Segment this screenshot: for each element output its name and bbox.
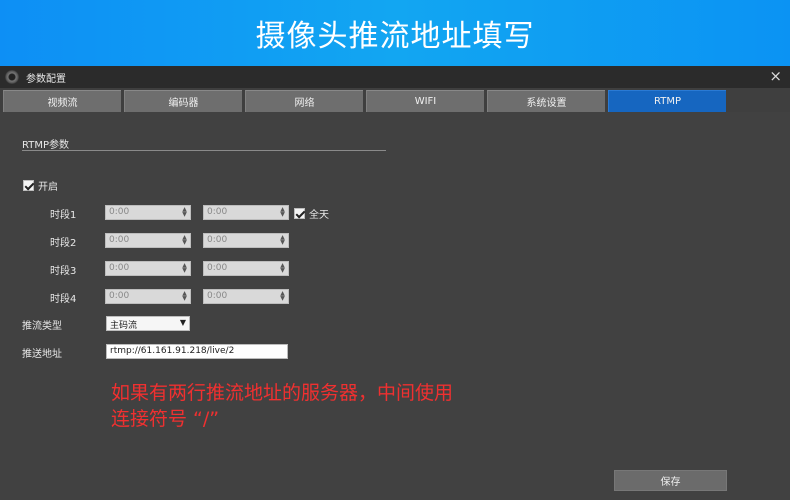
allday-row: 全天 [294,206,329,221]
push-url-label: 推送地址 [22,349,62,360]
tab-network[interactable]: 网络 [245,90,363,112]
period-1-end-value: 0:00 [207,207,228,217]
push-url-input[interactable]: rtmp://61.161.91.218/live/2 [106,344,288,359]
spin-arrows-icon[interactable]: ▲ ▼ [180,263,189,274]
chevron-down-icon: ▼ [179,318,186,327]
spin-arrows-icon[interactable]: ▲ ▼ [180,235,189,246]
period-4-end-value: 0:00 [207,291,228,301]
annotation-line-2: 连接符号 “/” [111,408,220,430]
period-1-start[interactable]: 0:00 ▲ ▼ [105,205,191,220]
tab-system-settings[interactable]: 系统设置 [487,90,605,112]
period-2-end-value: 0:00 [207,235,228,245]
period-2-end[interactable]: 0:00 ▲ ▼ [203,233,289,248]
section-divider [22,150,386,151]
tab-video-stream[interactable]: 视频流 [3,90,121,112]
banner-title: 摄像头推流地址填写 [255,19,535,54]
period-3-start[interactable]: 0:00 ▲ ▼ [105,261,191,276]
rtmp-panel: RTMP参数 开启 时段1 0:00 ▲ ▼ 0:00 ▲ ▼ 全天 时段2 0:0… [0,112,790,500]
stream-type-label: 推流类型 [22,321,62,332]
period-3-end-value: 0:00 [207,263,228,273]
tab-wifi[interactable]: WIFI [366,90,484,112]
enable-row: 开启 [23,178,58,193]
config-window: 参数配置 × 视频流 编码器 网络 WIFI 系统设置 RTMP RTMP参数 … [0,66,790,500]
stream-type-select[interactable]: 主码流 ▼ [106,316,190,331]
close-icon[interactable]: × [769,67,782,85]
tab-encoder[interactable]: 编码器 [124,90,242,112]
annotation-line-1: 如果有两行推流地址的服务器，中间使用 [111,382,454,404]
period-1-end[interactable]: 0:00 ▲ ▼ [203,205,289,220]
section-title: RTMP参数 [22,140,69,151]
period-4-start-value: 0:00 [109,291,130,301]
spin-arrows-icon[interactable]: ▲ ▼ [278,207,287,218]
tab-bar: 视频流 编码器 网络 WIFI 系统设置 RTMP [3,90,787,112]
period-2-start[interactable]: 0:00 ▲ ▼ [105,233,191,248]
enable-label: 开启 [38,182,58,193]
spin-arrows-icon[interactable]: ▲ ▼ [278,263,287,274]
titlebar: 参数配置 × [0,66,790,88]
period-3-label: 时段3 [50,266,77,277]
window-title: 参数配置 [26,74,66,85]
period-3-start-value: 0:00 [109,263,130,273]
camera-icon [5,70,19,84]
enable-checkbox[interactable] [23,180,34,191]
annotation-note: 如果有两行推流地址的服务器，中间使用 连接符号 “/” [111,380,453,432]
save-button[interactable]: 保存 [614,470,727,491]
period-2-start-value: 0:00 [109,235,130,245]
banner: 摄像头推流地址填写 [0,0,790,66]
spin-arrows-icon[interactable]: ▲ ▼ [278,235,287,246]
tab-rtmp[interactable]: RTMP [608,90,726,112]
stream-type-value: 主码流 [110,321,138,331]
period-1-label: 时段1 [50,210,77,221]
period-1-start-value: 0:00 [109,207,130,217]
period-4-end[interactable]: 0:00 ▲ ▼ [203,289,289,304]
period-4-start[interactable]: 0:00 ▲ ▼ [105,289,191,304]
spin-arrows-icon[interactable]: ▲ ▼ [180,291,189,302]
spin-arrows-icon[interactable]: ▲ ▼ [180,207,189,218]
period-2-label: 时段2 [50,238,77,249]
allday-checkbox[interactable] [294,208,305,219]
period-4-label: 时段4 [50,294,77,305]
allday-label: 全天 [309,210,329,221]
period-3-end[interactable]: 0:00 ▲ ▼ [203,261,289,276]
spin-arrows-icon[interactable]: ▲ ▼ [278,291,287,302]
